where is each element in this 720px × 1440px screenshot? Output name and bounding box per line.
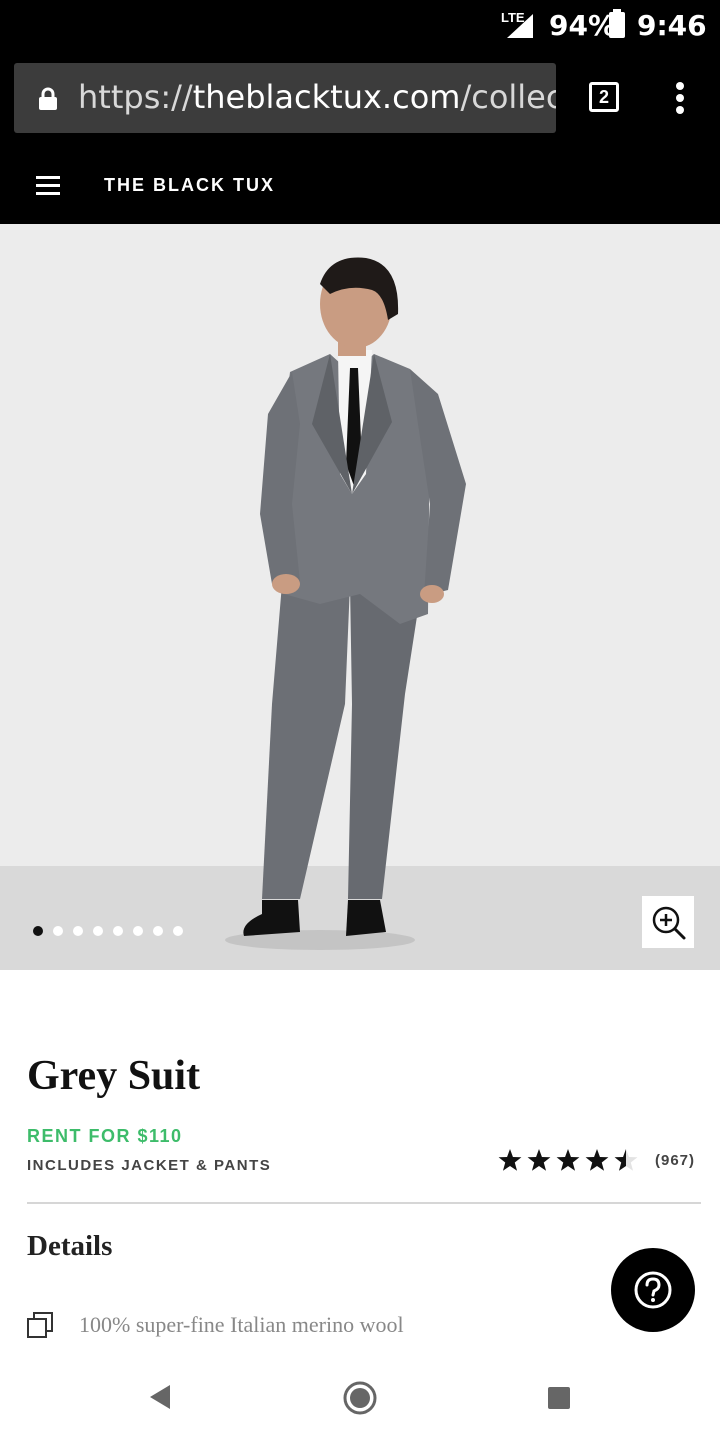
carousel-dot[interactable] (73, 926, 83, 936)
zoom-button[interactable] (642, 896, 694, 948)
review-count[interactable]: (967) (655, 1152, 695, 1169)
help-icon (634, 1271, 672, 1309)
carousel-dot[interactable] (93, 926, 103, 936)
battery-icon (609, 9, 625, 38)
help-button[interactable] (611, 1248, 695, 1332)
carousel-dot[interactable] (53, 926, 63, 936)
lock-icon (39, 87, 57, 110)
overflow-menu-icon[interactable] (665, 78, 695, 118)
clock: 9:46 (637, 9, 707, 42)
site-header: THE BLACK TUX (0, 144, 720, 224)
rating-star (498, 1149, 522, 1171)
browser-toolbar: https://theblacktux.com/collectio 2 (0, 52, 720, 144)
address-bar[interactable]: https://theblacktux.com/collectio (14, 63, 556, 133)
rating-star (556, 1149, 580, 1171)
rental-price: RENT FOR $110 (27, 1126, 183, 1146)
url-text: https://theblacktux.com/collectio (78, 78, 556, 116)
carousel-dot[interactable] (113, 926, 123, 936)
status-bar: LTE 94% 9:46 (0, 0, 720, 52)
detail-text: 100% super-fine Italian merino wool (79, 1312, 404, 1337)
product-title: Grey Suit (27, 1053, 201, 1099)
carousel-indicator[interactable] (33, 923, 193, 936)
includes-note: INCLUDES JACKET & PANTS (27, 1157, 272, 1174)
carousel-dot[interactable] (173, 926, 183, 936)
recent-apps-icon[interactable] (548, 1387, 570, 1409)
product-image-carousel[interactable] (0, 224, 720, 970)
tab-switcher-button[interactable]: 2 (589, 82, 619, 112)
divider (27, 1202, 701, 1204)
carousel-dot[interactable] (153, 926, 163, 936)
battery-percent: 94% (549, 9, 617, 42)
star-rating (498, 1149, 638, 1171)
site-logo[interactable]: THE BLACK TUX (104, 175, 275, 196)
carousel-dot[interactable] (133, 926, 143, 936)
back-icon[interactable] (148, 1384, 172, 1410)
system-navigation-bar (0, 1356, 720, 1440)
zoom-in-icon (652, 906, 686, 940)
home-icon[interactable] (342, 1380, 378, 1416)
signal-icon (507, 14, 533, 38)
menu-icon[interactable] (36, 176, 60, 196)
rating-star (585, 1149, 609, 1171)
layers-icon (27, 1312, 53, 1338)
rating-star (527, 1149, 551, 1171)
details-heading: Details (27, 1230, 113, 1262)
carousel-dot[interactable] (33, 926, 43, 936)
product-photo (225, 257, 466, 950)
